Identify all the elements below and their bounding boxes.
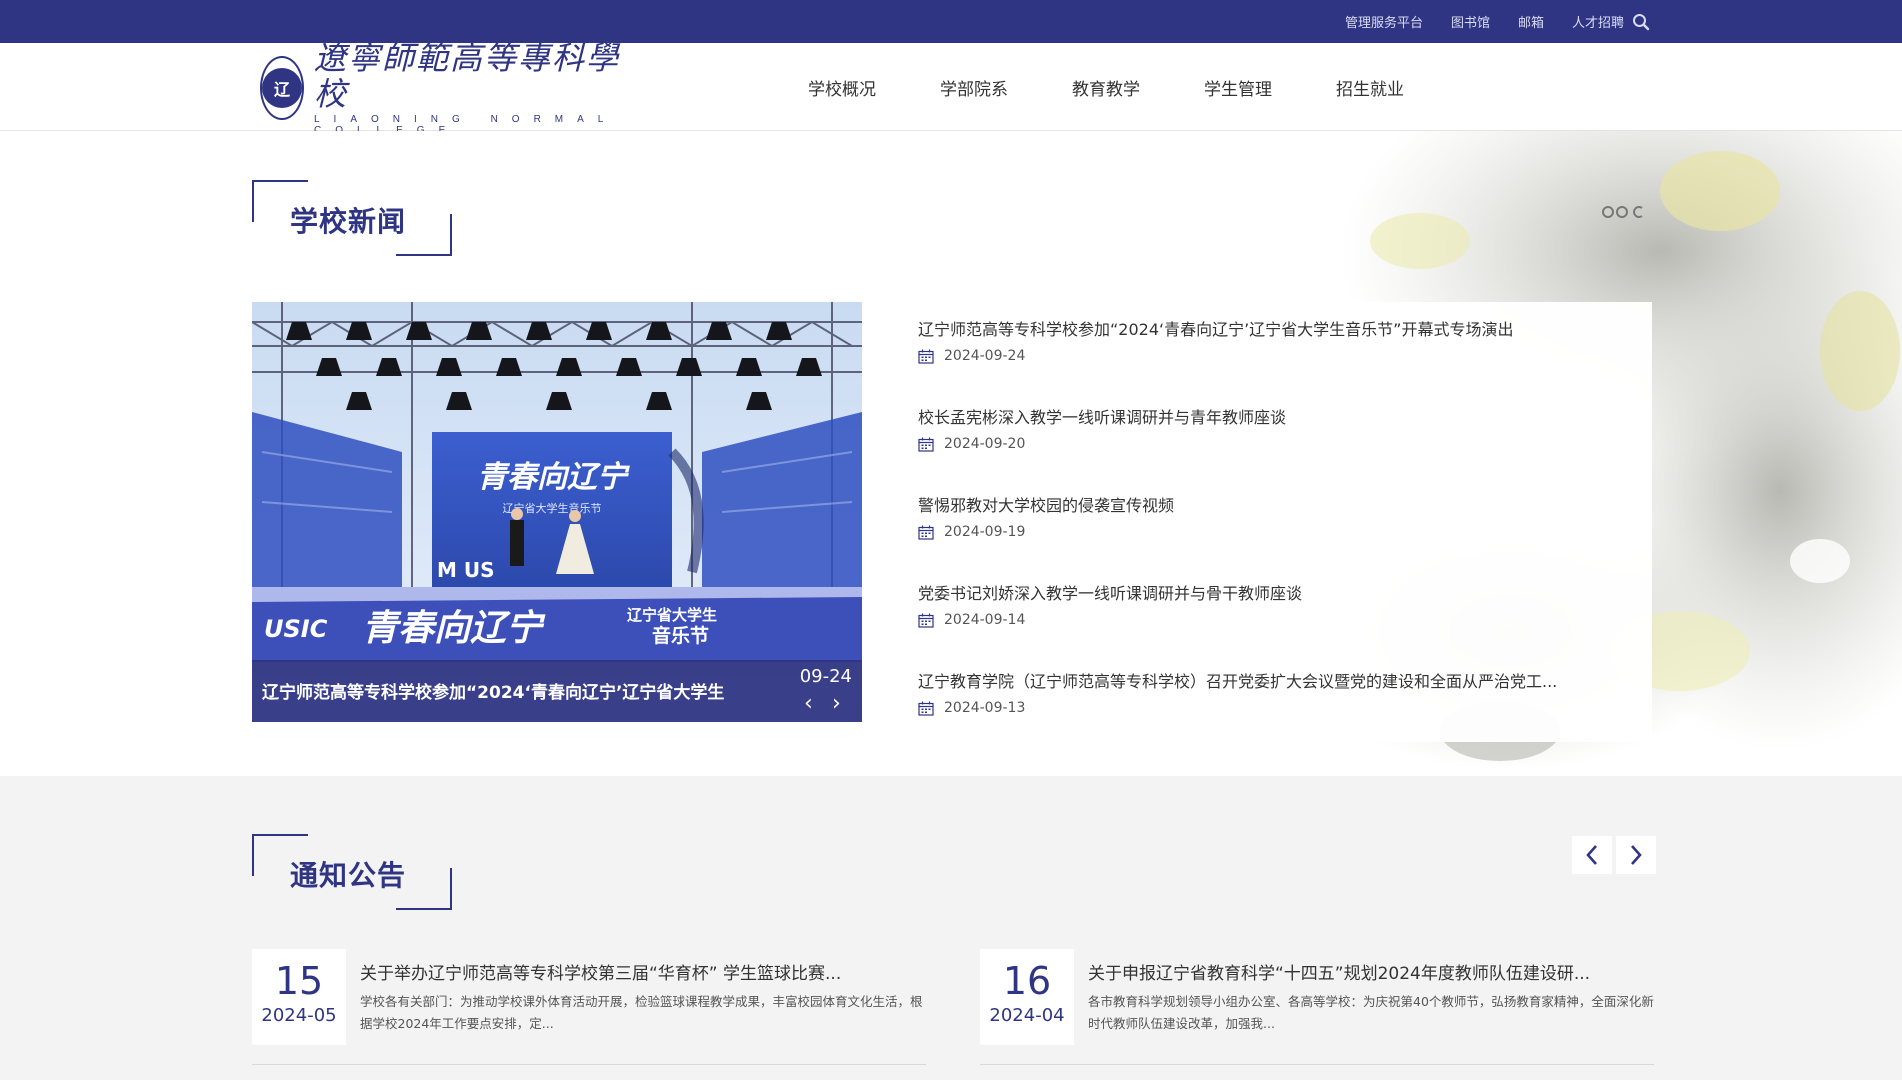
calendar-icon	[918, 349, 934, 364]
notice-section-title: 通知公告	[252, 834, 452, 910]
notice-summary: 学校各有关部门：为推动学校课外体育活动开展，检验篮球课程教学成果，丰富校园体育文…	[360, 994, 923, 1031]
hero-caption-bar: 辽宁师范高等专科学校参加“2024‘青春向辽宁’辽宁省大学生 09-24 ‹ ›	[252, 660, 862, 722]
link-library[interactable]: 图书馆	[1451, 12, 1490, 31]
news-item-date: 2024-09-13	[944, 700, 1026, 716]
hero-caption-date: 09-24	[799, 666, 852, 687]
chevron-right-icon	[1631, 845, 1642, 865]
top-utility-bar: 管理服务平台 图书馆 邮箱 人才招聘	[0, 0, 1902, 43]
calendar-icon	[918, 613, 934, 628]
notice-year-month: 2024-04	[989, 1005, 1065, 1026]
link-management-platform[interactable]: 管理服务平台	[1345, 12, 1423, 31]
news-item-date: 2024-09-19	[944, 524, 1026, 540]
logo-chinese-name: 遼寧師範高等專科學校	[314, 39, 621, 113]
notice-title[interactable]: 关于申报辽宁省教育科学“十四五”规划2024年度教师队伍建设研...	[1088, 959, 1654, 984]
news-item-date: 2024-09-24	[944, 348, 1026, 364]
news-list-item[interactable]: 党委书记刘娇深入教学一线听课调研并与骨干教师座谈 2024-09-14	[890, 566, 1652, 654]
notice-day: 15	[274, 959, 324, 1003]
news-list-item[interactable]: 校长孟宪彬深入教学一线听课调研并与青年教师座谈 2024-09-20	[890, 390, 1652, 478]
nav-students[interactable]: 学生管理	[1204, 75, 1272, 100]
news-item-title[interactable]: 校长孟宪彬深入教学一线听课调研并与青年教师座谈	[918, 404, 1624, 428]
notice-divider	[980, 1064, 1654, 1065]
notice-year-month: 2024-05	[261, 1005, 337, 1026]
notice-item[interactable]: 16 2024-04 关于申报辽宁省教育科学“十四五”规划2024年度教师队伍建…	[980, 949, 1654, 1065]
notice-date-box: 16 2024-04	[980, 949, 1074, 1045]
news-item-title[interactable]: 辽宁教育学院（辽宁师范高等专科学校）召开党委扩大会议暨党的建设和全面从严治党工.…	[918, 668, 1624, 692]
site-header: 辽 遼寧師範高等專科學校 LIAONING NORMAL COLLEGE 学校概…	[0, 40, 1902, 136]
utility-links: 管理服务平台 图书馆 邮箱 人才招聘	[1345, 0, 1624, 43]
notice-prev-button[interactable]	[1572, 836, 1612, 874]
news-item-title[interactable]: 辽宁师范高等专科学校参加“2024‘青春向辽宁’辽宁省大学生音乐节”开幕式专场演…	[918, 316, 1624, 340]
link-mail[interactable]: 邮箱	[1518, 12, 1544, 31]
hero-next-arrow-icon[interactable]: ›	[832, 693, 848, 715]
main-nav: 学校概况 学部院系 教育教学 学生管理 招生就业	[808, 43, 1468, 131]
calendar-icon	[918, 525, 934, 540]
stage-title-text: 青春向辽宁	[477, 460, 630, 495]
banner-left-text: USIC	[264, 615, 328, 643]
search-icon[interactable]	[1632, 13, 1650, 31]
banner-main-text: 青春向辽宁	[362, 607, 546, 649]
news-list-item[interactable]: 辽宁教育学院（辽宁师范高等专科学校）召开党委扩大会议暨党的建设和全面从严治党工.…	[890, 654, 1652, 742]
calendar-icon	[918, 437, 934, 452]
news-item-date: 2024-09-20	[944, 436, 1026, 452]
notice-day: 16	[1002, 959, 1052, 1003]
nav-about[interactable]: 学校概况	[808, 75, 876, 100]
notice-section: 通知公告 15 2024-05 关于举办辽宁师范高等专科学校第三届“华育杯” 学…	[0, 776, 1902, 1080]
chevron-left-icon	[1586, 845, 1597, 865]
news-section: 学校新闻 青春向辽宁 辽宁省大学生音乐节 M US USIC 青春向辽宁 辽宁省…	[0, 131, 1902, 776]
music-letters-text: M US	[437, 558, 495, 582]
notice-next-button[interactable]	[1616, 836, 1656, 874]
notice-pager	[1572, 836, 1656, 874]
hero-caption-title[interactable]: 辽宁师范高等专科学校参加“2024‘青春向辽宁’辽宁省大学生	[262, 678, 782, 703]
news-list-item[interactable]: 警惕邪教对大学校园的侵袭宣传视频 2024-09-19	[890, 478, 1652, 566]
notice-item[interactable]: 15 2024-05 关于举办辽宁师范高等专科学校第三届“华育杯” 学生篮球比赛…	[252, 949, 926, 1065]
news-list-item[interactable]: 辽宁师范高等专科学校参加“2024‘青春向辽宁’辽宁省大学生音乐节”开幕式专场演…	[890, 302, 1652, 390]
banner-right-text-2: 音乐节	[652, 624, 709, 647]
news-item-date: 2024-09-14	[944, 612, 1026, 628]
notice-summary: 各市教育科学规划领导小组办公室、各高等学校：为庆祝第40个教师节，弘扬教育家精神…	[1088, 994, 1654, 1031]
news-item-title[interactable]: 党委书记刘娇深入教学一线听课调研并与骨干教师座谈	[918, 580, 1624, 604]
hero-image: 青春向辽宁 辽宁省大学生音乐节 M US USIC 青春向辽宁 辽宁省大学生 音…	[252, 302, 862, 722]
news-item-title[interactable]: 警惕邪教对大学校园的侵袭宣传视频	[918, 492, 1624, 516]
link-recruitment[interactable]: 人才招聘	[1572, 12, 1624, 31]
news-section-title: 学校新闻	[252, 180, 452, 256]
banner-right-text-1: 辽宁省大学生	[627, 606, 717, 624]
nav-departments[interactable]: 学部院系	[940, 75, 1008, 100]
notice-title[interactable]: 关于举办辽宁师范高等专科学校第三届“华育杯” 学生篮球比赛...	[360, 959, 926, 984]
nav-admissions[interactable]: 招生就业	[1336, 75, 1404, 100]
nav-education[interactable]: 教育教学	[1072, 75, 1140, 100]
notice-divider	[252, 1064, 926, 1065]
news-list: 辽宁师范高等专科学校参加“2024‘青春向辽宁’辽宁省大学生音乐节”开幕式专场演…	[890, 302, 1652, 742]
news-hero-slider[interactable]: 青春向辽宁 辽宁省大学生音乐节 M US USIC 青春向辽宁 辽宁省大学生 音…	[252, 302, 862, 722]
calendar-icon	[918, 701, 934, 716]
school-seal-icon: 辽	[260, 56, 304, 120]
school-logo[interactable]: 辽 遼寧師範高等專科學校 LIAONING NORMAL COLLEGE	[260, 40, 620, 136]
notice-date-box: 15 2024-05	[252, 949, 346, 1045]
hero-prev-arrow-icon[interactable]: ‹	[804, 693, 820, 715]
